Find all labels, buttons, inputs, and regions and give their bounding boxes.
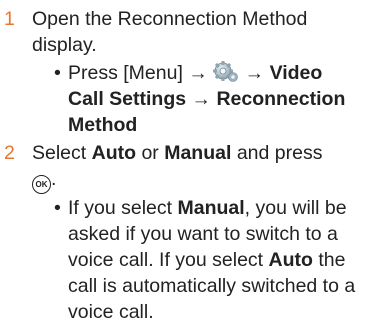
- step-line: OK.: [32, 166, 368, 194]
- menu-path-video: Video: [269, 62, 323, 84]
- bullet-dot: •: [54, 197, 61, 219]
- bullet-line: If you select Manual, you will be: [68, 195, 370, 221]
- text: , you will be: [244, 197, 347, 219]
- ok-key-icon: OK: [32, 175, 51, 194]
- arrow: →: [188, 62, 208, 84]
- step-number: 1: [4, 8, 15, 30]
- bullet-line: Press [Menu] → → Video: [68, 60, 370, 86]
- settings-gear-icon: [213, 61, 239, 83]
- menu-path-reconnection: Reconnection: [216, 88, 346, 110]
- and-press-text: and press: [236, 142, 323, 164]
- bullet-line: call is automatically switched to a: [68, 275, 356, 297]
- step-line: Select Auto or Manual and press: [32, 140, 368, 166]
- bullet-line: asked if you want to switch to a: [68, 223, 338, 245]
- select-text: Select: [32, 142, 87, 164]
- option-auto: Auto: [268, 249, 313, 271]
- bullet-line: voice call. If you select Auto the: [68, 247, 370, 273]
- bullet-text: If you select Manual, you will be asked …: [68, 195, 370, 325]
- bullet-text: Press [Menu] → → Video Call Settings → R…: [68, 60, 370, 138]
- or-text: or: [141, 142, 159, 164]
- menu-path-call-settings: Call Settings: [68, 88, 187, 110]
- step-text: Select Auto or Manual and press OK.: [32, 140, 368, 194]
- step-number: 2: [4, 142, 15, 164]
- text: If you select: [68, 197, 173, 219]
- press-menu-text: Press [Menu]: [68, 62, 183, 84]
- bullet-line: Method: [68, 112, 370, 138]
- text: the: [318, 249, 346, 271]
- option-manual: Manual: [164, 142, 232, 164]
- bullet-line: voice call.: [68, 301, 154, 323]
- step-text: Open the Reconnection Method display.: [32, 6, 368, 58]
- step-line: display.: [32, 34, 97, 56]
- text: voice call. If you select: [68, 249, 264, 271]
- arrow: →: [244, 62, 265, 84]
- option-auto: Auto: [91, 142, 137, 164]
- option-manual: Manual: [177, 197, 245, 219]
- bullet-line: Call Settings → Reconnection: [68, 86, 370, 112]
- bullet-dot: •: [54, 62, 61, 84]
- step-line: Open the Reconnection Method: [32, 8, 308, 30]
- menu-path-method: Method: [68, 114, 138, 136]
- arrow: →: [191, 88, 212, 110]
- period: .: [51, 168, 57, 190]
